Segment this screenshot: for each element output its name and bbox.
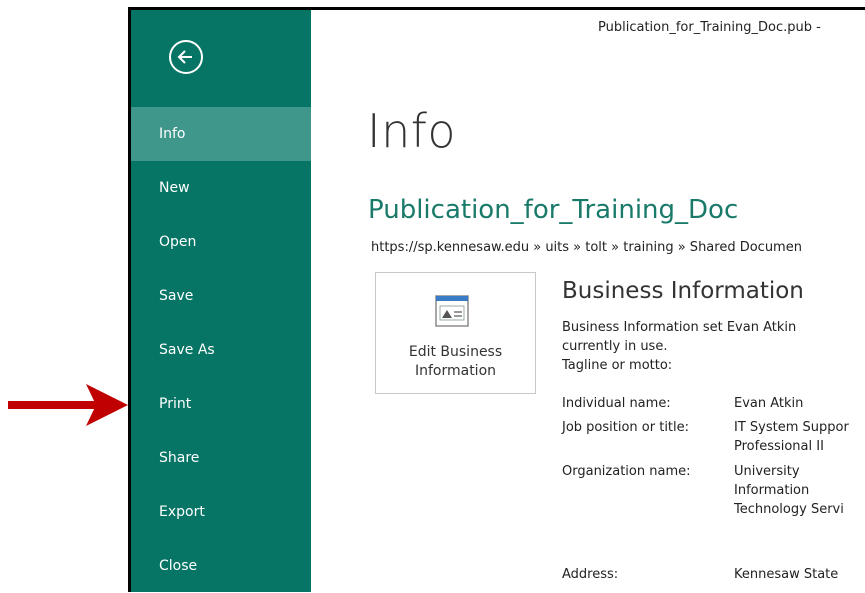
job-title-value: IT System Suppor Professional II <box>734 418 849 456</box>
document-path[interactable]: https://sp.kennesaw.edu » uits » tolt » … <box>371 240 802 255</box>
back-button[interactable] <box>169 40 203 74</box>
back-arrow-icon <box>177 50 192 64</box>
edit-label-line2: Information <box>414 363 497 379</box>
edit-business-information-label: Edit Business Information <box>376 343 535 381</box>
business-information-heading: Business Information <box>562 278 804 304</box>
bi-desc-line2: currently in use. <box>562 339 668 354</box>
sidebar-item-print[interactable]: Print <box>131 377 311 431</box>
backstage-sidebar: Info New Open Save Save As Print Share E… <box>131 10 311 592</box>
job-title-line: Professional II <box>734 439 824 454</box>
sidebar-item-info[interactable]: Info <box>131 107 311 161</box>
edit-business-information-button[interactable]: Edit Business Information <box>375 272 536 394</box>
business-information-description: Business Information set Evan Atkin curr… <box>562 318 862 375</box>
address-value: Kennesaw State <box>734 565 838 584</box>
organization-name-line: Technology Servi <box>734 502 844 517</box>
sidebar-item-share[interactable]: Share <box>131 431 311 485</box>
sidebar-item-save[interactable]: Save <box>131 269 311 323</box>
address-line: Kennesaw State <box>734 567 839 582</box>
tagline-label: Tagline or motto: <box>562 358 673 373</box>
sidebar-item-new[interactable]: New <box>131 161 311 215</box>
organization-name-line: Information <box>734 483 810 498</box>
page-title: Info <box>367 104 457 158</box>
window-title: Publication_for_Training_Doc.pub - <box>598 20 821 35</box>
address-label: Address: <box>562 567 619 582</box>
business-info-icon <box>435 295 469 327</box>
sidebar-item-close[interactable]: Close <box>131 539 311 593</box>
organization-name-label: Organization name: <box>562 464 691 479</box>
edit-label-line1: Edit Business <box>408 344 503 360</box>
job-title-label: Job position or title: <box>562 420 690 435</box>
organization-name-value: University Information Technology Servi <box>734 462 844 519</box>
red-arrow-icon <box>8 384 128 426</box>
organization-name-line: University <box>734 464 800 479</box>
document-title: Publication_for_Training_Doc <box>368 195 739 225</box>
info-pane: Publication_for_Training_Doc.pub - Info … <box>311 10 865 592</box>
bi-desc-line1: Business Information set Evan Atkin <box>562 320 797 335</box>
sidebar-item-export[interactable]: Export <box>131 485 311 539</box>
individual-name-value: Evan Atkin <box>734 394 803 413</box>
individual-name-label: Individual name: <box>562 396 671 411</box>
sidebar-item-save-as[interactable]: Save As <box>131 323 311 377</box>
individual-name-line: Evan Atkin <box>734 396 804 411</box>
job-title-line: IT System Suppor <box>734 420 849 435</box>
sidebar-item-open[interactable]: Open <box>131 215 311 269</box>
